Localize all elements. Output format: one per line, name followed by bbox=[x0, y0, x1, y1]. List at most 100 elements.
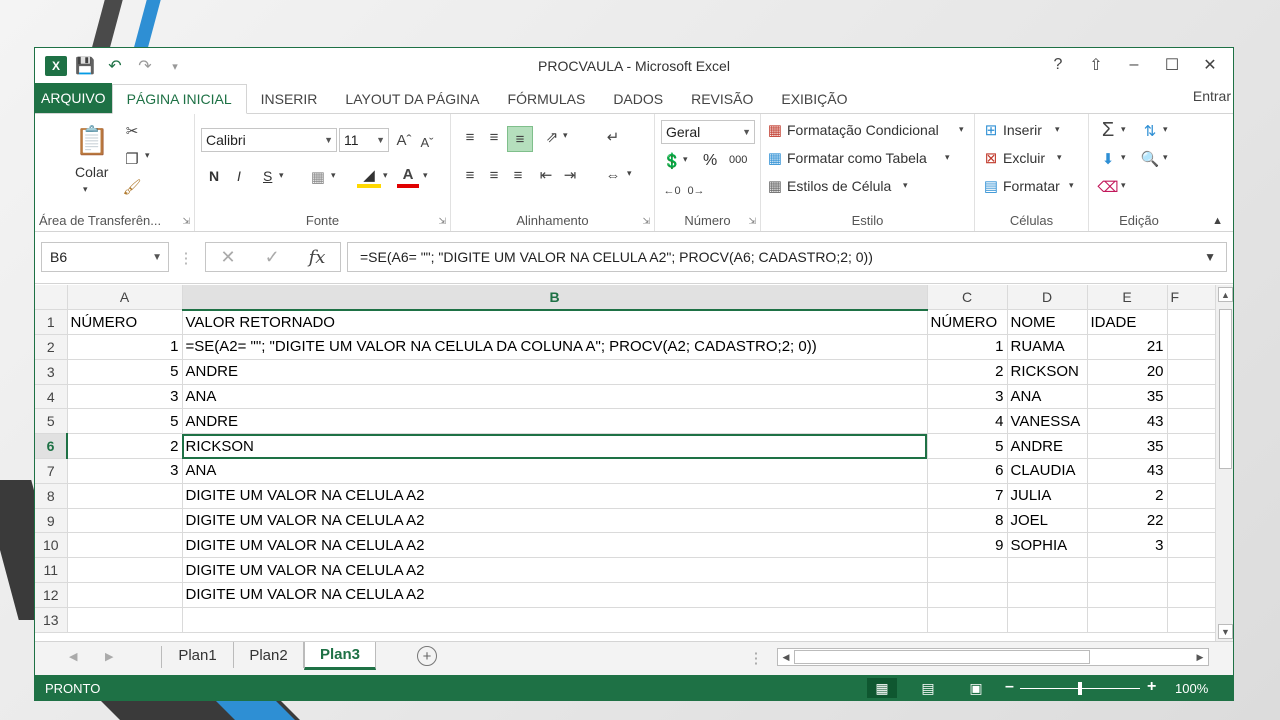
scroll-right-icon[interactable]: ▶ bbox=[1193, 650, 1207, 664]
cell-f8[interactable] bbox=[1167, 483, 1216, 509]
align-bottom-icon[interactable]: ≡ bbox=[507, 126, 533, 152]
align-top-icon[interactable]: ≡ bbox=[459, 126, 481, 148]
paste-dropdown-icon[interactable]: ▾ bbox=[83, 184, 88, 195]
cell-c9[interactable]: 8 bbox=[927, 508, 1008, 534]
cell-d1[interactable]: NOME bbox=[1007, 309, 1088, 336]
redo-icon[interactable]: ↷ bbox=[133, 55, 157, 77]
cell-a6[interactable]: 2 bbox=[67, 433, 183, 460]
normal-view-icon[interactable]: ▦ bbox=[867, 678, 897, 698]
delete-cells-button[interactable]: Excluir bbox=[1003, 150, 1045, 166]
column-header-b[interactable]: B bbox=[182, 285, 928, 311]
cell-b1[interactable]: VALOR RETORNADO bbox=[182, 309, 928, 336]
excel-logo-icon[interactable]: X bbox=[45, 56, 67, 76]
cell-c10[interactable]: 9 bbox=[927, 532, 1008, 559]
align-right-icon[interactable]: ≡ bbox=[507, 164, 529, 186]
close-icon[interactable]: ✕ bbox=[1193, 52, 1227, 78]
row-header[interactable]: 9 bbox=[35, 508, 68, 534]
expand-formula-icon[interactable]: ▼ bbox=[1204, 250, 1216, 264]
cell-a1[interactable]: NÚMERO bbox=[67, 309, 183, 336]
cell-f11[interactable] bbox=[1167, 557, 1216, 584]
cell-f7[interactable] bbox=[1167, 458, 1216, 484]
cell-b3[interactable]: ANDRE bbox=[182, 359, 928, 385]
insert-cells-button[interactable]: Inserir bbox=[1003, 122, 1042, 138]
underline-dropdown-icon[interactable]: ▾ bbox=[279, 170, 284, 181]
row-header[interactable]: 3 bbox=[35, 359, 68, 385]
cell-e12[interactable] bbox=[1087, 582, 1168, 608]
chevron-down-icon[interactable]: ▾ bbox=[1163, 124, 1168, 135]
paste-icon[interactable]: 📋 bbox=[75, 122, 110, 158]
align-middle-icon[interactable]: ≡ bbox=[483, 126, 505, 148]
scroll-left-icon[interactable]: ◀ bbox=[779, 650, 793, 664]
sign-in-link[interactable]: Entrar bbox=[1193, 88, 1231, 104]
chevron-down-icon[interactable]: ▾ bbox=[1163, 152, 1168, 163]
cell-a9[interactable] bbox=[67, 508, 183, 534]
sort-filter-icon[interactable]: ⇅ bbox=[1139, 120, 1161, 142]
horizontal-scrollbar[interactable]: ◀ ▶ bbox=[777, 648, 1209, 666]
cell-b13[interactable] bbox=[182, 607, 928, 633]
ribbon-display-icon[interactable]: ⇧ bbox=[1079, 52, 1113, 78]
cell-e3[interactable]: 20 bbox=[1087, 359, 1168, 385]
increase-decimal-icon[interactable]: ←0 bbox=[661, 180, 683, 202]
zoom-percent[interactable]: 100% bbox=[1175, 681, 1208, 696]
row-header[interactable]: 13 bbox=[35, 607, 68, 633]
cell-d6[interactable]: ANDRE bbox=[1007, 433, 1088, 460]
underline-button[interactable]: S bbox=[263, 168, 272, 184]
cell-b4[interactable]: ANA bbox=[182, 384, 928, 410]
tab-view[interactable]: EXIBIÇÃO bbox=[767, 85, 861, 113]
insert-function-icon[interactable]: fx bbox=[309, 247, 326, 268]
cell-a10[interactable] bbox=[67, 532, 183, 559]
cell-c1[interactable]: NÚMERO bbox=[927, 309, 1008, 336]
scroll-down-icon[interactable]: ▼ bbox=[1218, 624, 1233, 639]
cell-c8[interactable]: 7 bbox=[927, 483, 1008, 509]
font-name-select[interactable]: Calibri ▼ bbox=[201, 128, 337, 152]
zoom-slider-thumb[interactable] bbox=[1078, 682, 1082, 695]
paste-button[interactable]: Colar bbox=[75, 164, 108, 180]
help-button[interactable]: ? bbox=[1041, 52, 1075, 78]
collapse-ribbon-icon[interactable]: ▲ bbox=[1212, 215, 1223, 227]
column-header-e[interactable]: E bbox=[1087, 285, 1168, 311]
sheet-tab-plan3[interactable]: Plan3 bbox=[304, 642, 376, 670]
cell-a8[interactable] bbox=[67, 483, 183, 509]
cell-a11[interactable] bbox=[67, 557, 183, 584]
font-color-icon[interactable]: A bbox=[397, 164, 419, 188]
autosum-icon[interactable]: Σ bbox=[1097, 118, 1119, 142]
alignment-launcher-icon[interactable]: ⇲ bbox=[642, 216, 650, 227]
cell-a2[interactable]: 1 bbox=[67, 334, 183, 360]
font-launcher-icon[interactable]: ⇲ bbox=[438, 216, 446, 227]
chevron-down-icon[interactable]: ▾ bbox=[1057, 152, 1062, 163]
font-size-select[interactable]: 11 ▼ bbox=[339, 128, 389, 152]
align-left-icon[interactable]: ≡ bbox=[459, 164, 481, 186]
cell-a4[interactable]: 3 bbox=[67, 384, 183, 410]
cell-a7[interactable]: 3 bbox=[67, 458, 183, 484]
tab-splitter-icon[interactable]: ⋮ bbox=[749, 648, 764, 668]
cell-d7[interactable]: CLAUDIA bbox=[1007, 458, 1088, 484]
cell-d2[interactable]: RUAMA bbox=[1007, 334, 1088, 360]
row-header[interactable]: 2 bbox=[35, 334, 68, 360]
cell-e7[interactable]: 43 bbox=[1087, 458, 1168, 484]
tab-review[interactable]: REVISÃO bbox=[677, 85, 767, 113]
wrap-text-icon[interactable]: ↵ bbox=[601, 126, 625, 148]
chevron-down-icon[interactable]: ▾ bbox=[959, 124, 964, 135]
chevron-down-icon[interactable]: ▾ bbox=[1069, 180, 1074, 191]
find-select-icon[interactable]: 🔍 bbox=[1139, 148, 1161, 170]
tab-page-layout[interactable]: LAYOUT DA PÁGINA bbox=[331, 85, 493, 113]
cell-c2[interactable]: 1 bbox=[927, 334, 1008, 360]
cell-e4[interactable]: 35 bbox=[1087, 384, 1168, 410]
cell-d3[interactable]: RICKSON bbox=[1007, 359, 1088, 385]
cell-e2[interactable]: 21 bbox=[1087, 334, 1168, 360]
add-sheet-icon[interactable]: + bbox=[417, 646, 437, 666]
cell-f4[interactable] bbox=[1167, 384, 1216, 410]
vertical-scroll-thumb[interactable] bbox=[1219, 309, 1232, 469]
cell-e1[interactable]: IDADE bbox=[1087, 309, 1168, 336]
cell-d13[interactable] bbox=[1007, 607, 1088, 633]
undo-icon[interactable]: ↶ bbox=[103, 55, 127, 77]
cell-c4[interactable]: 3 bbox=[927, 384, 1008, 410]
shrink-font-icon[interactable]: Aˇ bbox=[417, 132, 437, 152]
thousands-button[interactable]: 000 bbox=[729, 154, 747, 166]
chevron-down-icon[interactable]: ▾ bbox=[1055, 124, 1060, 135]
merge-center-icon[interactable]: ⇔ bbox=[601, 164, 625, 186]
cell-b8[interactable]: DIGITE UM VALOR NA CELULA A2 bbox=[182, 483, 928, 509]
cell-f6[interactable] bbox=[1167, 433, 1216, 460]
cell-f10[interactable] bbox=[1167, 532, 1216, 559]
cell-b11[interactable]: DIGITE UM VALOR NA CELULA A2 bbox=[182, 557, 928, 584]
